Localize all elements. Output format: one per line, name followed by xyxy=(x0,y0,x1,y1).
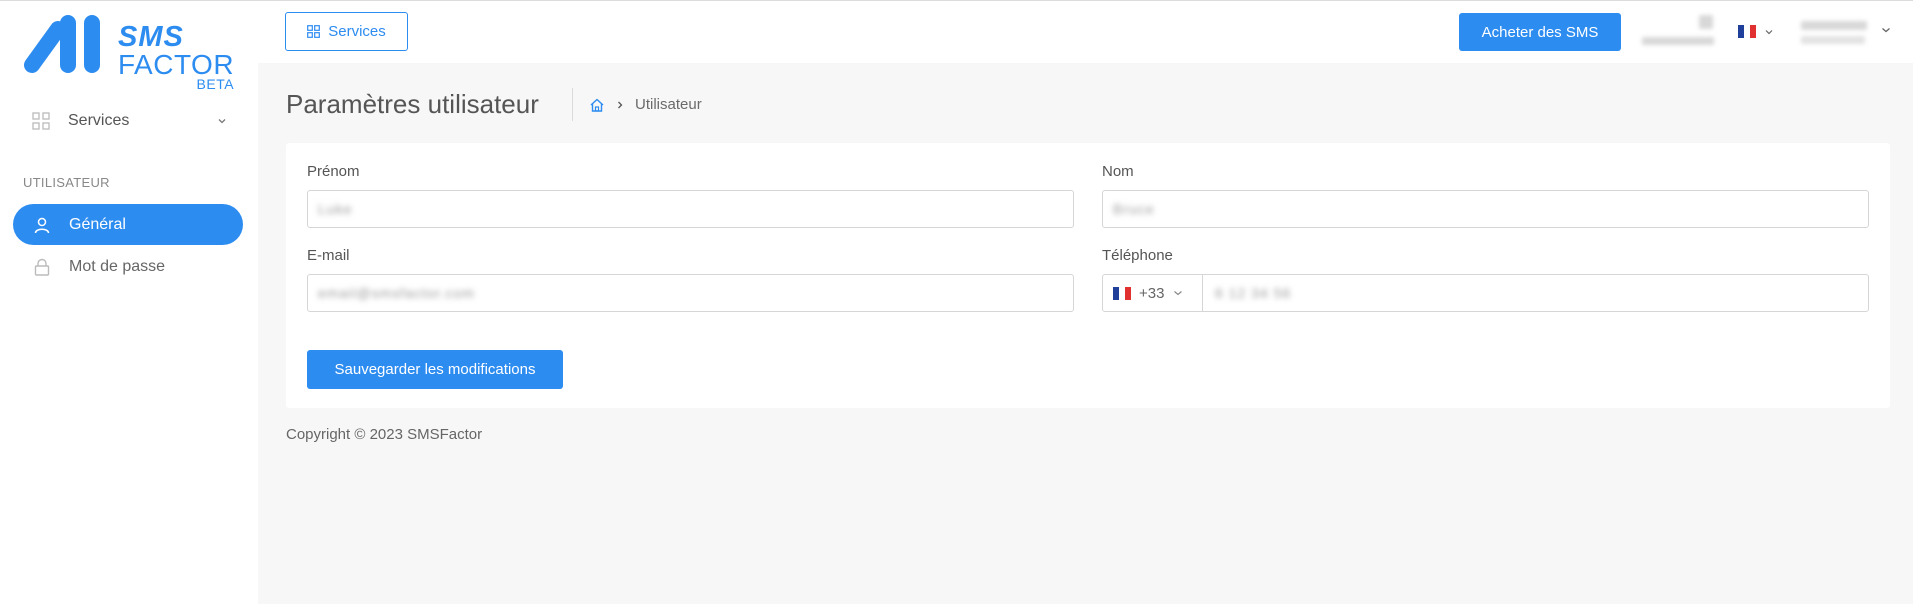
user-settings-card: Prénom Luke Nom Bruce E-mail email@smsfa… xyxy=(286,143,1890,408)
phone-label: Téléphone xyxy=(1102,247,1173,264)
chevron-right-icon xyxy=(618,101,623,108)
first-name-field[interactable]: Luke xyxy=(307,190,1074,228)
language-switcher[interactable] xyxy=(1738,25,1774,38)
user-name-blurred[interactable] xyxy=(1801,21,1867,30)
sidebar-item-password[interactable]: Mot de passe xyxy=(13,246,243,287)
copyright-text: Copyright © 2023 SMSFactor xyxy=(286,426,483,443)
email-value: email@smsfactor.com xyxy=(318,285,475,301)
phone-field: +33 6 12 34 56 xyxy=(1102,274,1869,312)
home-icon[interactable] xyxy=(589,97,605,113)
chevron-down-icon xyxy=(218,119,226,124)
brand-logo[interactable]: SMS FACTOR BETA xyxy=(24,13,234,93)
save-changes-button[interactable]: Sauvegarder les modifications xyxy=(307,350,563,389)
breadcrumb-current: Utilisateur xyxy=(635,96,702,113)
user-menu-chevron-icon[interactable] xyxy=(1880,24,1892,36)
buy-sms-button[interactable]: Acheter des SMS xyxy=(1459,13,1621,51)
services-button[interactable]: Services xyxy=(285,12,408,51)
credit-icon-blurred xyxy=(1699,15,1713,29)
breadcrumb: Utilisateur xyxy=(589,96,702,113)
logo-sms: SMS xyxy=(118,21,184,53)
phone-number-value: 6 12 34 56 xyxy=(1215,285,1292,301)
sidebar-item-general[interactable]: Général xyxy=(13,204,243,245)
email-field[interactable]: email@smsfactor.com xyxy=(307,274,1074,312)
sidebar-item-password-label: Mot de passe xyxy=(69,257,166,275)
country-code-value: +33 xyxy=(1139,284,1165,302)
top-header: Services Acheter des SMS xyxy=(258,1,1913,63)
sidebar: SMS FACTOR BETA Services UTILISATEUR Gén… xyxy=(0,1,258,604)
chevron-down-icon xyxy=(1765,29,1773,34)
last-name-value: Bruce xyxy=(1113,201,1155,217)
lock-icon xyxy=(34,258,50,276)
title-divider xyxy=(572,88,573,121)
last-name-field[interactable]: Bruce xyxy=(1102,190,1869,228)
sidebar-item-general-label: Général xyxy=(69,215,126,233)
fr-flag-icon xyxy=(1113,286,1131,300)
sidebar-item-services[interactable]: Services xyxy=(32,107,228,135)
grid-icon xyxy=(307,25,321,38)
sidebar-section-label: UTILISATEUR xyxy=(23,175,110,190)
logo-text: SMS FACTOR BETA xyxy=(118,21,235,92)
country-code-select[interactable]: +33 xyxy=(1103,275,1203,311)
phone-number-input[interactable]: 6 12 34 56 xyxy=(1215,275,1291,311)
services-button-label: Services xyxy=(328,23,386,40)
first-name-value: Luke xyxy=(318,201,353,217)
logo-mark-icon xyxy=(24,15,100,73)
chevron-down-icon xyxy=(1174,291,1183,296)
last-name-label: Nom xyxy=(1102,163,1134,180)
grid-icon xyxy=(32,112,50,130)
email-label: E-mail xyxy=(307,247,350,264)
user-account-blurred xyxy=(1801,36,1865,44)
logo-factor: FACTOR xyxy=(118,49,235,80)
fr-flag-icon xyxy=(1738,25,1756,38)
first-name-label: Prénom xyxy=(307,163,360,180)
user-icon xyxy=(34,217,50,233)
page-title: Paramètres utilisateur xyxy=(286,89,539,119)
sidebar-item-services-label: Services xyxy=(68,112,130,129)
credit-text-blurred xyxy=(1642,37,1714,45)
